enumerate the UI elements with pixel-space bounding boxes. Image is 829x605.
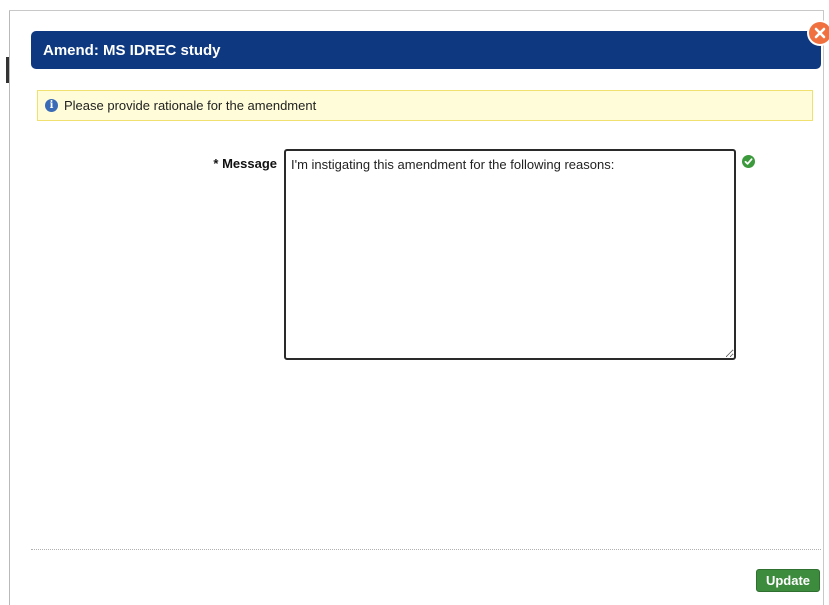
- update-button[interactable]: Update: [756, 569, 820, 592]
- info-banner: i Please provide rationale for the amend…: [37, 90, 813, 121]
- close-button[interactable]: [809, 22, 829, 44]
- dialog-title: Amend: MS IDREC study: [43, 41, 221, 59]
- info-circle-icon: i: [45, 99, 58, 112]
- info-banner-text: Please provide rationale for the amendme…: [64, 98, 317, 113]
- dialog-header: Amend: MS IDREC study: [31, 31, 821, 69]
- message-textarea[interactable]: I'm instigating this amendment for the f…: [284, 149, 736, 360]
- window-edge-marker: [6, 57, 9, 83]
- close-x-icon: [814, 27, 826, 39]
- check-circle-icon: [742, 155, 755, 168]
- frame-edge-top: [9, 10, 824, 11]
- frame-edge-left: [9, 10, 10, 605]
- message-label: * Message: [213, 156, 277, 171]
- footer-divider: [31, 549, 821, 550]
- page-frame: Amend: MS IDREC study i Please provide r…: [0, 0, 829, 605]
- frame-edge-right: [823, 10, 824, 605]
